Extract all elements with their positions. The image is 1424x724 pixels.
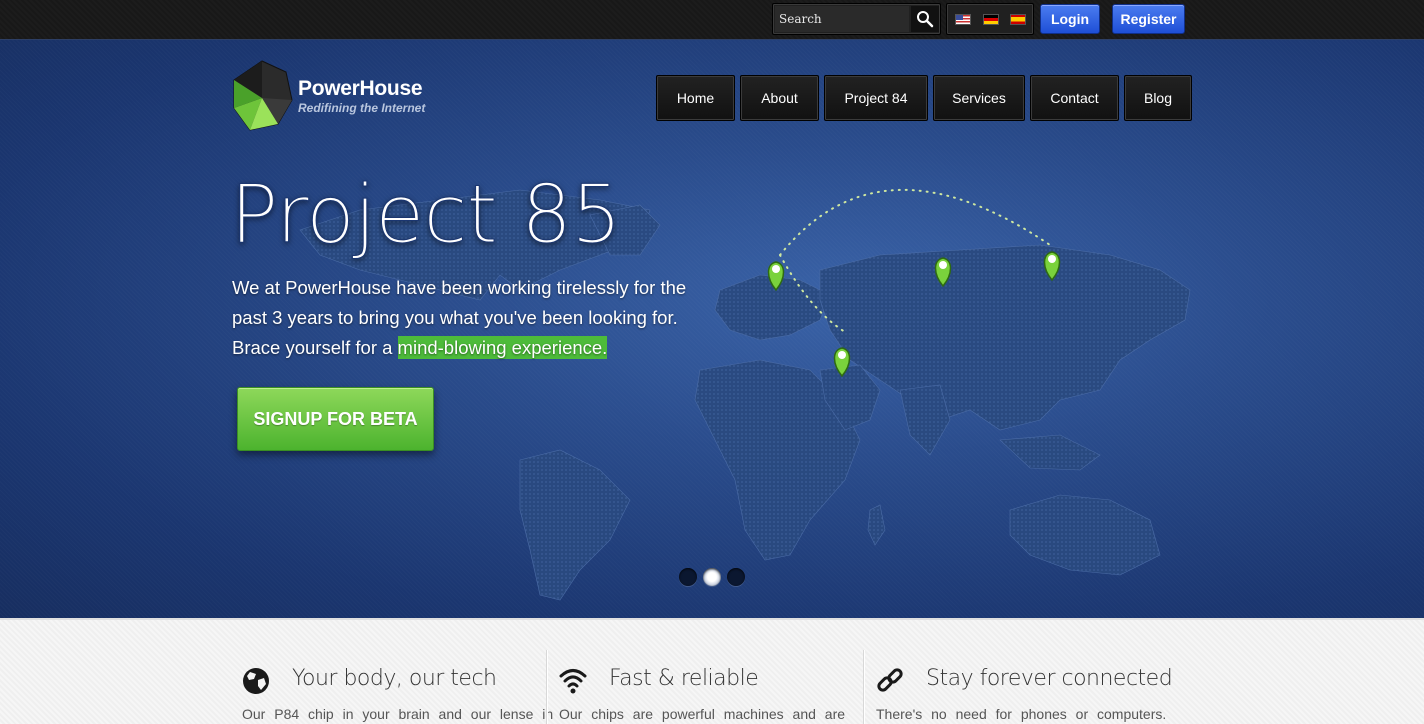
divider (546, 650, 547, 724)
search-box (772, 3, 941, 35)
features-section: Your body, our tech Our P84 chip in your… (0, 618, 1424, 724)
world-map-image (299, 188, 1191, 601)
nav-contact[interactable]: Contact (1030, 75, 1119, 121)
divider (863, 650, 864, 724)
slider-dot-1[interactable] (679, 568, 697, 586)
feature-text: Our P84 chip in your brain and our lense… (242, 706, 554, 722)
feature-text: Our chips are powerful machines and are (559, 706, 846, 722)
globe-icon (243, 668, 269, 694)
search-icon (917, 11, 934, 28)
brand-name[interactable]: PowerHouse (298, 77, 423, 101)
hero-title: Project 85 (230, 168, 623, 262)
feature-title: Stay forever connected (926, 666, 1173, 691)
slider-dot-2[interactable] (703, 568, 721, 586)
login-button[interactable]: Login (1040, 4, 1100, 34)
link-icon (877, 668, 903, 692)
hero-highlight-text: mind-blowing experience. (397, 336, 608, 359)
nav-blog[interactable]: Blog (1124, 75, 1192, 121)
feature-card: Fast & reliable Our chips are powerful m… (559, 660, 849, 724)
register-button[interactable]: Register (1112, 4, 1185, 34)
search-button[interactable] (911, 6, 939, 32)
wifi-icon (559, 669, 587, 694)
feature-card: Your body, our tech Our P84 chip in your… (242, 660, 554, 724)
nav-project-84[interactable]: Project 84 (824, 75, 928, 121)
nav-home[interactable]: Home (656, 75, 735, 121)
us-flag-icon[interactable] (955, 14, 971, 25)
language-switcher (946, 3, 1034, 35)
feature-title: Fast & reliable (609, 666, 759, 691)
brand-tagline: Redifining the Internet (298, 101, 426, 115)
feature-card: Stay forever connected There's no need f… (876, 660, 1173, 724)
feature-title: Your body, our tech (292, 666, 497, 691)
search-input[interactable] (775, 6, 909, 32)
hero-banner: PowerHouse Redifining the Internet Home … (0, 40, 1424, 618)
slider-dot-3[interactable] (727, 568, 745, 586)
feature-text: There's no need for phones or computers. (876, 706, 1167, 722)
nav-services[interactable]: Services (933, 75, 1025, 121)
signup-beta-button[interactable]: SIGNUP FOR BETA (237, 387, 434, 451)
nav-about[interactable]: About (740, 75, 819, 121)
spanish-flag-icon[interactable] (1010, 14, 1026, 25)
hero-description: We at PowerHouse have been working tirel… (232, 273, 702, 363)
german-flag-icon[interactable] (983, 14, 999, 25)
top-bar: Login Register (0, 0, 1424, 40)
